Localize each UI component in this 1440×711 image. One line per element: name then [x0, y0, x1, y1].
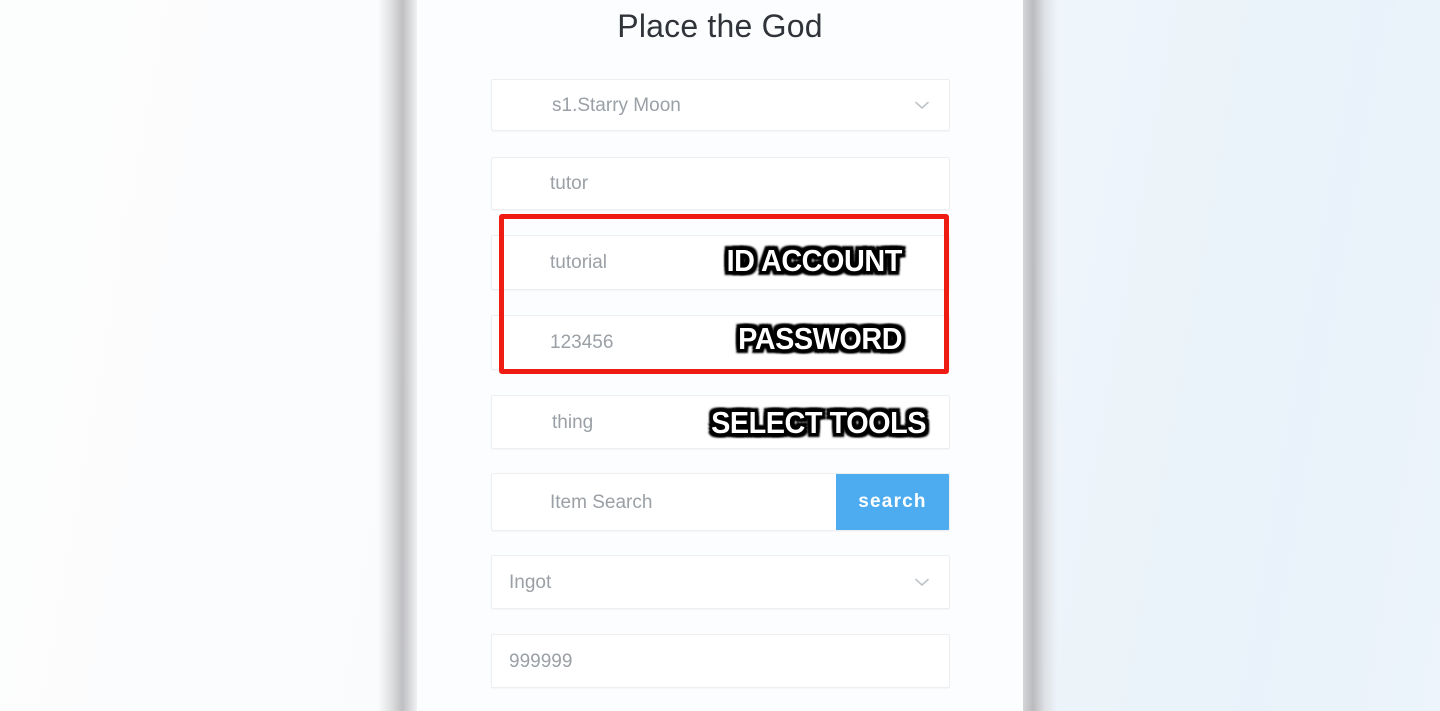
amount-input[interactable]: 999999	[491, 634, 950, 688]
server-select-value: s1.Starry Moon	[552, 94, 681, 116]
account-field[interactable]: tutor	[491, 157, 950, 210]
annotation-select-tools: SELECT TOOLS	[711, 405, 927, 440]
item-select-value: Ingot	[509, 571, 552, 593]
id-account-input-value: tutorial	[550, 252, 608, 273]
account-field-value: tutor	[550, 173, 589, 194]
password-input-value: 123456	[550, 332, 614, 353]
chevron-down-icon	[911, 571, 933, 593]
panel-left-edge-shadow	[378, 0, 420, 711]
annotation-password: PASSWORD	[738, 321, 903, 356]
item-search-input-value: Item Search	[550, 491, 653, 513]
page-title: Place the God	[617, 8, 823, 44]
chevron-down-icon	[911, 94, 933, 116]
app-panel: Place the God s1.Starry Moon tutor tutor…	[417, 0, 1023, 711]
server-select[interactable]: s1.Starry Moon	[491, 79, 950, 131]
item-search-row: Item Search search	[491, 473, 950, 531]
tool-select-value: thing	[552, 411, 594, 433]
screen-root: Place the God s1.Starry Moon tutor tutor…	[0, 0, 1440, 711]
amount-input-value: 999999	[509, 650, 573, 672]
annotation-id-account: ID ACCOUNT	[726, 243, 903, 278]
item-select[interactable]: Ingot	[491, 555, 950, 609]
item-search-input[interactable]: Item Search	[492, 474, 836, 530]
search-button[interactable]: search	[836, 474, 949, 530]
